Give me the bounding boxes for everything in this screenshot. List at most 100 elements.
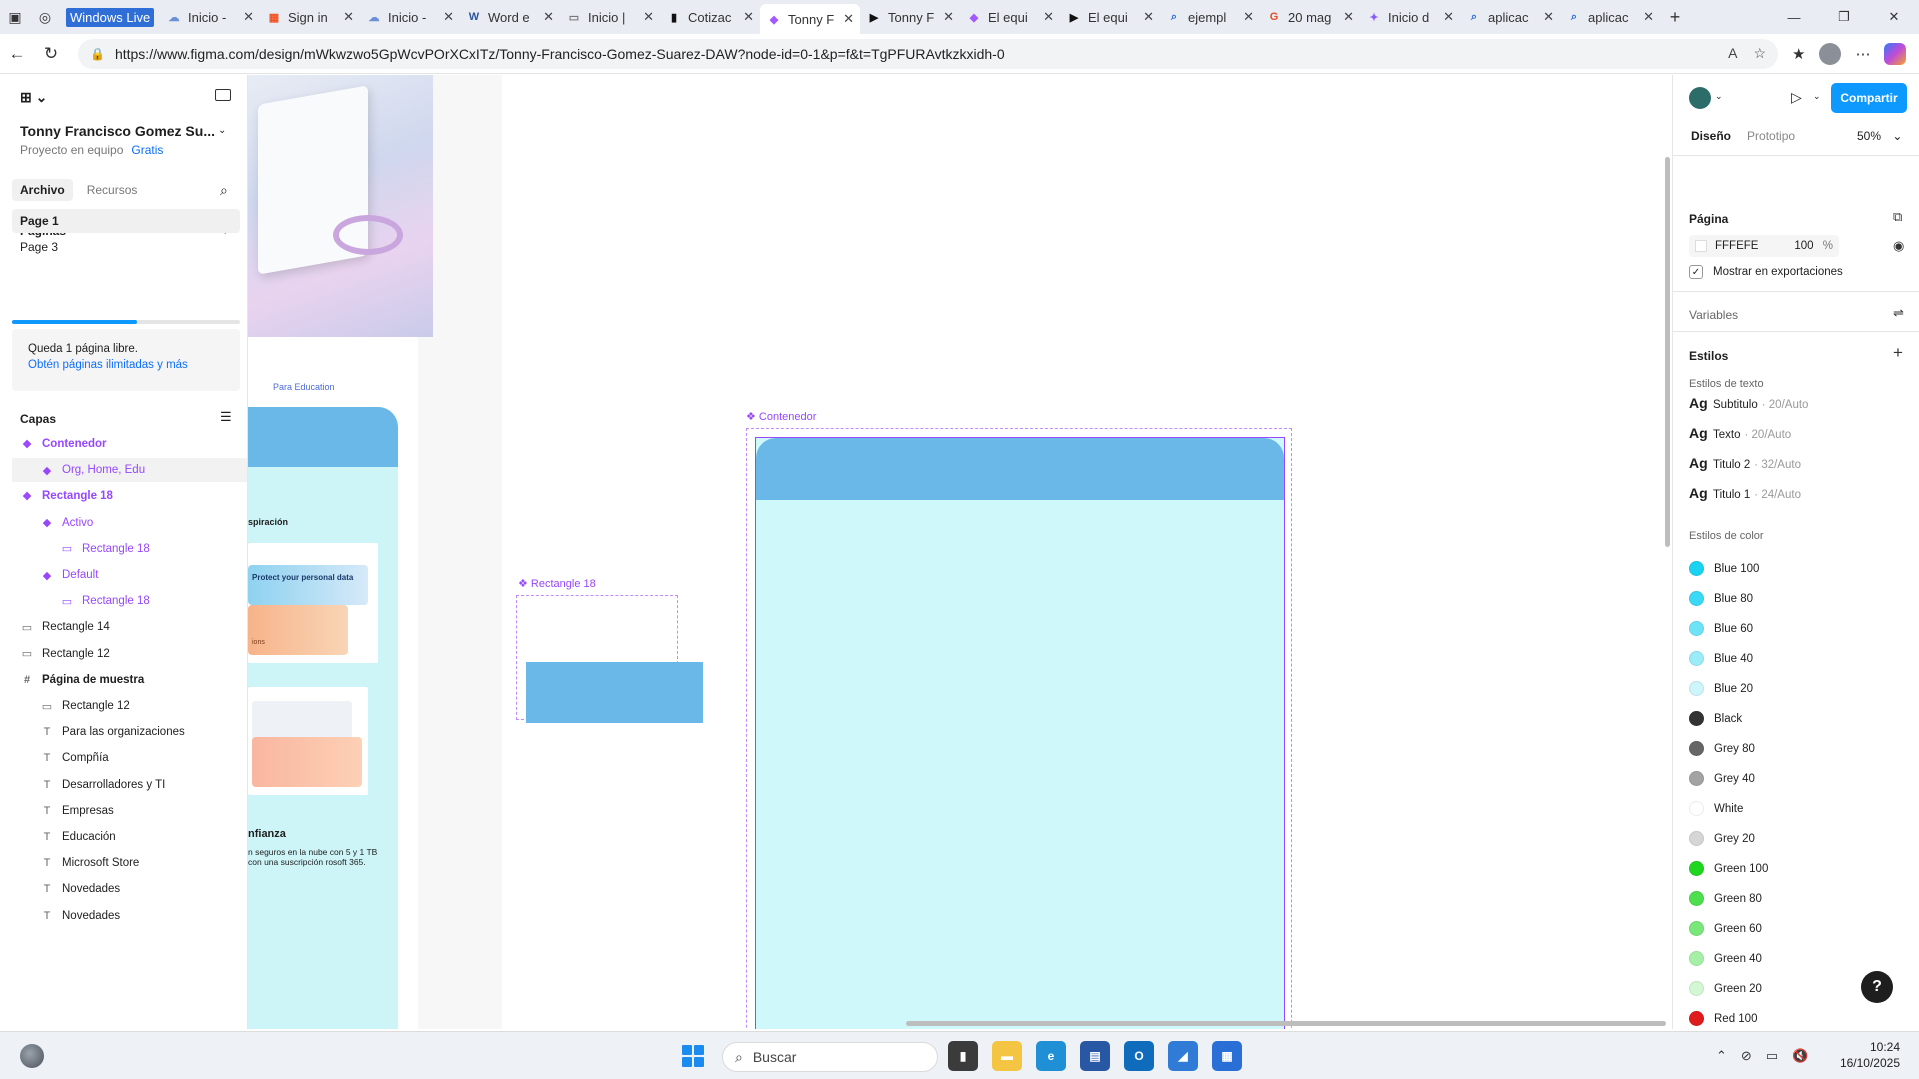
start-icon[interactable] [682, 1045, 704, 1067]
color-style-item[interactable]: Grey 80 [1689, 741, 1755, 756]
layers-options-icon[interactable]: ☰ [220, 409, 232, 425]
copilot-icon[interactable] [1884, 42, 1907, 65]
close-tab-icon[interactable]: ✕ [943, 9, 954, 25]
browser-tab[interactable]: ☁ Inicio - ✕ [160, 4, 260, 30]
profile-avatar[interactable] [1819, 42, 1842, 65]
canvas[interactable]: Para Education spiración Protect your pe… [248, 75, 1672, 1029]
page-item-page-1[interactable]: Page 1 [12, 209, 240, 233]
browser-tab[interactable]: G 20 mag ✕ [1260, 4, 1360, 30]
chevron-up-icon[interactable]: ⌃ [1716, 1048, 1727, 1064]
tab-file[interactable]: Archivo [12, 179, 73, 201]
page-settings-icon[interactable]: ⧉ [1893, 209, 1902, 225]
layer-item[interactable]: ❖ Rectangle 18 [12, 484, 247, 508]
rect18-component[interactable] [516, 595, 703, 723]
color-style-item[interactable]: Blue 60 [1689, 621, 1753, 636]
rect18-frame-label[interactable]: ❖ Rectangle 18 [518, 577, 596, 590]
close-tab-icon[interactable]: ✕ [343, 9, 354, 25]
vertical-scrollbar[interactable] [1665, 157, 1670, 547]
background-swatch[interactable] [1695, 240, 1707, 252]
browser-tab[interactable]: ⌕ aplicac ✕ [1560, 4, 1660, 30]
tab-actions-icon[interactable]: ▣ [0, 4, 30, 30]
tab-assets[interactable]: Recursos [79, 179, 146, 201]
project-name[interactable]: Tonny Francisco Gomez Su... [20, 123, 215, 139]
browser-tab[interactable]: ⌕ ejempl ✕ [1160, 4, 1260, 30]
close-tab-icon[interactable]: ✕ [1043, 9, 1054, 25]
layer-item[interactable]: T Compñía [12, 746, 247, 770]
favorites-icon[interactable]: ★ [1792, 45, 1805, 63]
color-style-item[interactable]: Black [1689, 711, 1742, 726]
minimize-icon[interactable]: — [1769, 0, 1819, 34]
app-icon[interactable]: ◢ [1168, 1041, 1198, 1071]
tab-prototype[interactable]: Prototipo [1741, 125, 1801, 147]
color-style-item[interactable]: Grey 40 [1689, 771, 1755, 786]
plan-badge[interactable]: Gratis [131, 143, 163, 157]
zoom-dropdown[interactable]: 50% ⌄ [1857, 129, 1902, 143]
tab-design[interactable]: Diseño [1685, 125, 1737, 147]
close-tab-icon[interactable]: ✕ [1443, 9, 1454, 25]
eye-icon[interactable]: ◉ [1893, 238, 1904, 254]
browser-tab[interactable]: ▮ Cotizac ✕ [660, 4, 760, 30]
page-item-page-3[interactable]: Page 3 [12, 235, 240, 259]
text-style-item[interactable]: Ag Texto · 20/Auto [1689, 425, 1791, 441]
share-button[interactable]: Compartir [1831, 83, 1907, 113]
color-style-item[interactable]: Blue 100 [1689, 561, 1759, 576]
outlook-icon[interactable]: O [1124, 1041, 1154, 1071]
store-icon[interactable]: ▤ [1080, 1041, 1110, 1071]
chevron-down-icon[interactable]: ⌄ [1813, 91, 1821, 102]
close-tab-icon[interactable]: ✕ [1243, 9, 1254, 25]
back-icon[interactable]: ← [0, 44, 34, 64]
close-tab-icon[interactable]: ✕ [1543, 9, 1554, 25]
color-style-item[interactable]: Green 40 [1689, 951, 1762, 966]
layer-item[interactable]: ▭ Rectangle 18 [12, 537, 247, 561]
contenedor-component[interactable] [746, 428, 1292, 1029]
text-style-item[interactable]: Ag Titulo 2 · 32/Auto [1689, 455, 1801, 471]
layer-item[interactable]: T Desarrolladores y TI [12, 773, 247, 797]
layer-item[interactable]: ▭ Rectangle 18 [12, 589, 247, 613]
browser-tab[interactable]: ▶ El equi ✕ [1060, 4, 1160, 30]
color-style-item[interactable]: Green 60 [1689, 921, 1762, 936]
contenedor-frame[interactable] [755, 437, 1285, 1029]
close-tab-icon[interactable]: ✕ [1143, 9, 1154, 25]
browser-tab[interactable]: ▦ Sign in ✕ [260, 4, 360, 30]
browser-tab[interactable]: ◆ El equi ✕ [960, 4, 1060, 30]
layer-item[interactable]: ▭ Rectangle 14 [12, 615, 247, 639]
color-style-item[interactable]: Green 100 [1689, 861, 1768, 876]
add-style-icon[interactable]: + [1893, 343, 1903, 363]
browser-tab[interactable]: W Word e ✕ [460, 4, 560, 30]
upsell-link[interactable]: Obtén páginas ilimitadas y más [28, 357, 224, 373]
close-window-icon[interactable]: ✕ [1869, 0, 1919, 34]
layer-item[interactable]: ❖ Contenedor [12, 432, 247, 456]
refresh-icon[interactable]: ↻ [34, 44, 68, 64]
sidebar-toggle-icon[interactable] [215, 89, 231, 101]
search-icon[interactable]: ⌕ [220, 182, 228, 199]
color-style-item[interactable]: Grey 20 [1689, 831, 1755, 846]
taskbar-search[interactable]: ⌕ Buscar [722, 1042, 938, 1072]
show-exports-checkbox[interactable]: ✓ Mostrar en exportaciones [1689, 265, 1843, 279]
layer-item[interactable]: T Novedades [12, 877, 247, 901]
layer-item[interactable]: ◆ Default [12, 563, 247, 587]
edge-icon[interactable]: e [1036, 1041, 1066, 1071]
task-view-icon[interactable]: ▮ [948, 1041, 978, 1071]
layer-item[interactable]: T Educación [12, 825, 247, 849]
layer-item[interactable]: T Empresas [12, 799, 247, 823]
color-style-item[interactable]: Blue 40 [1689, 651, 1753, 666]
layer-item[interactable]: ◆ Activo [12, 511, 247, 535]
close-tab-icon[interactable]: ✕ [643, 9, 654, 25]
calculator-icon[interactable]: ▦ [1212, 1041, 1242, 1071]
layer-item[interactable]: T Microsoft Store [12, 851, 247, 875]
close-tab-icon[interactable]: ✕ [843, 11, 854, 27]
contenedor-frame-label[interactable]: ❖ Contenedor [746, 410, 816, 423]
close-tab-icon[interactable]: ✕ [1343, 9, 1354, 25]
user-avatar[interactable] [1689, 87, 1711, 109]
browser-tab[interactable]: ▭ Inicio | ✕ [560, 4, 660, 30]
widgets-icon[interactable] [20, 1044, 44, 1068]
layer-item[interactable]: T Novedades [12, 904, 247, 928]
more-icon[interactable]: ⋯ [1855, 45, 1870, 63]
layer-item[interactable]: T Para las organizaciones [12, 720, 247, 744]
layer-item[interactable]: ◆ Org, Home, Edu [12, 458, 247, 483]
new-tab-button[interactable]: + [1660, 7, 1690, 28]
clock[interactable]: 10:24 16/10/2025 [1832, 1039, 1900, 1071]
layer-item[interactable]: ▭ Rectangle 12 [12, 694, 247, 718]
color-style-item[interactable]: White [1689, 801, 1743, 816]
text-style-item[interactable]: Ag Subtitulo · 20/Auto [1689, 395, 1808, 411]
